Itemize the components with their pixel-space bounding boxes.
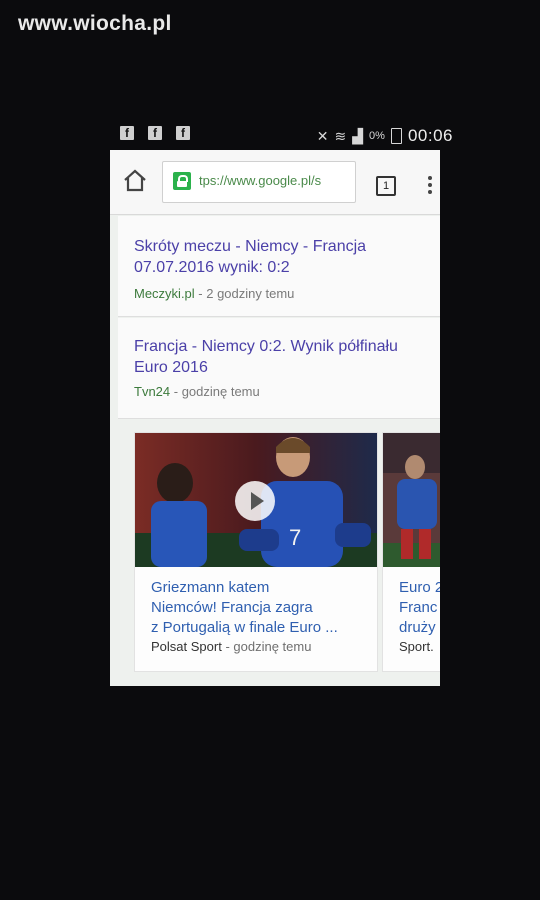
home-icon[interactable] — [122, 168, 148, 194]
card-source: Sport. — [399, 639, 434, 654]
status-bar: f f f ✕ ≋ ▟ 0% 00:06 — [112, 124, 457, 150]
card-title-line: z Portugalią w finale Euro ... — [151, 619, 338, 636]
mute-icon: ✕ — [316, 127, 329, 144]
wifi-icon: ≋ — [334, 127, 347, 144]
list-item[interactable]: Skróty meczu - Niemcy - Francja 07.07.20… — [118, 216, 440, 317]
result-time: - 2 godziny temu — [194, 286, 295, 301]
news-card[interactable]: Euro 2 Franc druży Sport. — [382, 432, 440, 672]
battery-icon — [390, 128, 402, 144]
url-bar[interactable]: tps://www.google.pl/s — [162, 161, 356, 203]
facebook-icon: f — [176, 126, 190, 140]
watermark: www.wiocha.pl — [18, 12, 172, 35]
result-time: - godzinę temu — [170, 384, 260, 399]
card-title[interactable]: Euro 2 Franc druży — [399, 578, 440, 638]
card-title-line: Euro 2 — [399, 579, 440, 596]
card-title[interactable]: Griezmann katem Niemców! Francja zagra z… — [151, 578, 338, 638]
source-name: Sport. — [399, 639, 434, 654]
facebook-icon: f — [148, 126, 162, 140]
list-item[interactable]: Francja - Niemcy 0:2. Wynik półfinału Eu… — [118, 318, 440, 419]
browser-screen: tps://www.google.pl/s 1 Skróty meczu - N… — [110, 150, 440, 686]
browser-toolbar: tps://www.google.pl/s 1 — [110, 150, 440, 215]
play-icon[interactable] — [235, 481, 275, 521]
tab-switcher-button[interactable]: 1 — [376, 176, 396, 196]
news-card[interactable]: 7 Griezmann katem Niemców! Francja zagra… — [134, 432, 378, 672]
battery-percent: 0% — [369, 130, 385, 142]
url-text: tps://www.google.pl/s — [199, 173, 322, 188]
clock: 00:06 — [407, 126, 453, 145]
jersey-number: 7 — [289, 525, 301, 550]
source-name: Polsat Sport — [151, 639, 222, 654]
card-time: - godzinę temu — [221, 639, 312, 654]
overflow-menu-icon[interactable] — [428, 176, 434, 196]
source-name: Tvn24 — [134, 384, 171, 399]
news-thumbnail[interactable] — [383, 433, 440, 567]
card-title-line: druży — [399, 619, 436, 636]
result-title[interactable]: Skróty meczu - Niemcy - Francja 07.07.20… — [134, 236, 434, 278]
news-thumbnail[interactable]: 7 — [135, 433, 377, 567]
source-name: Meczyki.pl — [134, 286, 195, 301]
result-source: Tvn24 - godzinę temu — [134, 384, 260, 399]
card-title-line: Franc — [399, 599, 438, 616]
card-title-line: Niemców! Francja zagra — [151, 599, 313, 616]
lock-icon — [173, 172, 191, 190]
card-source: Polsat Sport - godzinę temu — [151, 639, 311, 654]
card-title-line: Griezmann katem — [151, 579, 270, 596]
signal-icon: ▟ — [352, 127, 364, 144]
result-source: Meczyki.pl - 2 godziny temu — [134, 286, 294, 301]
result-title[interactable]: Francja - Niemcy 0:2. Wynik półfinału Eu… — [134, 336, 434, 378]
facebook-icon: f — [120, 126, 134, 140]
